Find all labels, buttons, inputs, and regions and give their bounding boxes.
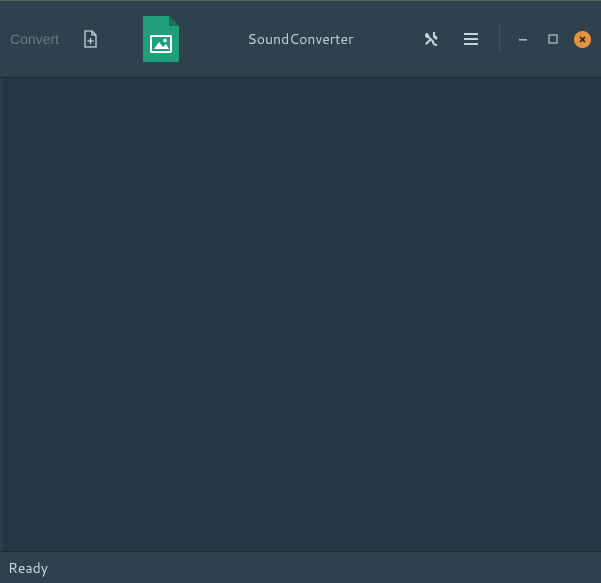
window-title: SoundConverter — [247, 29, 353, 49]
convert-button[interactable]: Convert — [6, 25, 63, 53]
preferences-button[interactable] — [417, 25, 445, 53]
app-icon — [141, 14, 181, 64]
headerbar-left: Convert — [6, 14, 181, 64]
add-file-icon — [83, 30, 99, 48]
add-file-button[interactable] — [77, 25, 105, 53]
separator — [499, 26, 500, 52]
maximize-button[interactable] — [544, 30, 562, 48]
app-image-file-icon — [141, 14, 181, 64]
hamburger-menu-button[interactable] — [457, 25, 485, 53]
minimize-button[interactable] — [514, 30, 532, 48]
minimize-icon — [518, 34, 528, 44]
close-icon — [578, 35, 587, 44]
headerbar-right — [417, 25, 591, 53]
file-list-area[interactable] — [0, 78, 601, 551]
statusbar: Ready — [0, 551, 601, 583]
close-button[interactable] — [574, 31, 591, 48]
maximize-icon — [548, 34, 558, 44]
hamburger-icon — [464, 33, 478, 45]
tools-icon — [422, 30, 440, 48]
status-text: Ready — [8, 558, 48, 578]
headerbar: Convert S — [0, 0, 601, 78]
